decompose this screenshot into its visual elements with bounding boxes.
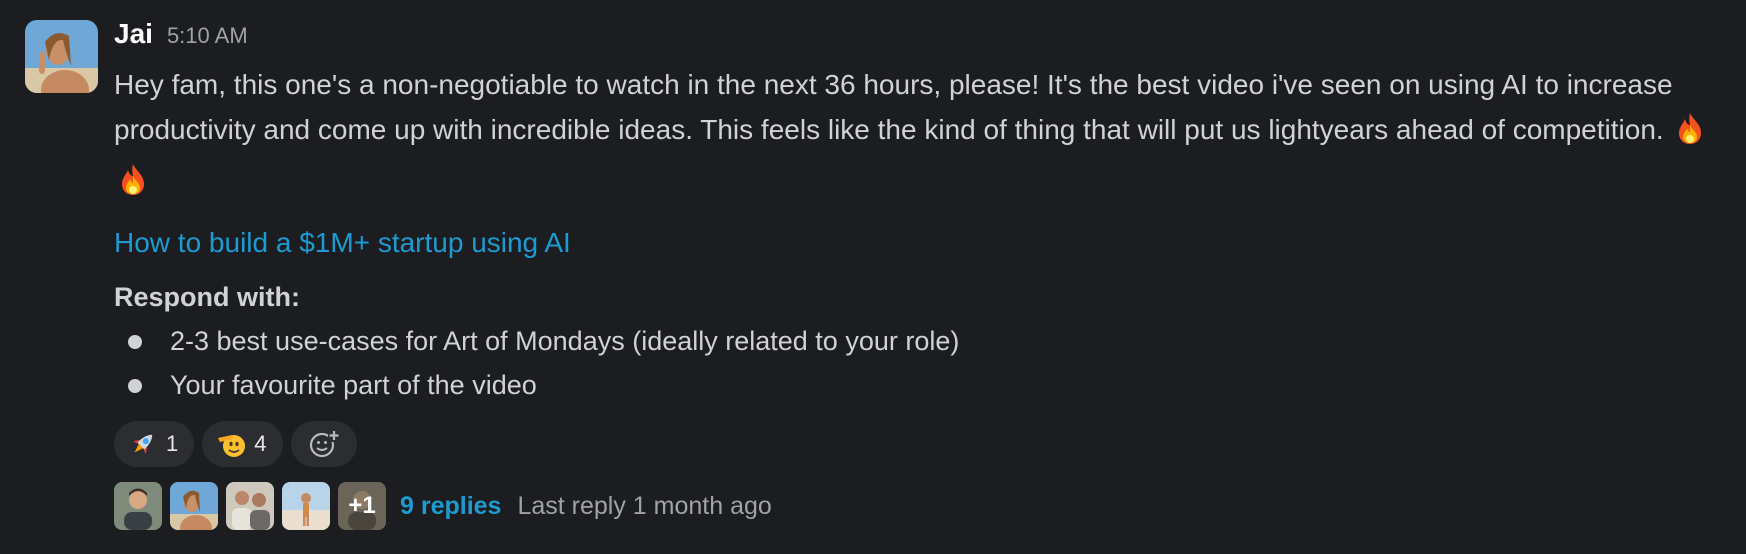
bullet-list: 2-3 best use-cases for Art of Mondays (i… — [114, 319, 1724, 407]
list-item: 2-3 best use-cases for Art of Mondays (i… — [114, 319, 1724, 363]
reaction-count: 1 — [166, 431, 179, 456]
thread-summary[interactable]: +1 9 replies Last reply 1 month ago — [114, 481, 1724, 531]
reply-avatar[interactable] — [170, 482, 218, 530]
reactions-bar: 1 4 — [114, 421, 1724, 467]
message-text: Hey fam, this one's a non-negotiable to … — [114, 69, 1673, 145]
fire-icon — [1673, 111, 1707, 158]
message-body: Hey fam, this one's a non-negotiable to … — [114, 62, 1719, 209]
reply-avatar[interactable] — [226, 482, 274, 530]
respond-title: Respond with: — [114, 282, 300, 312]
more-replies-avatar[interactable]: +1 — [338, 482, 386, 530]
message-content: Jai 5:10 AM Hey fam, this one's a non-ne… — [114, 18, 1724, 531]
reaction-salute[interactable]: 4 — [202, 421, 283, 467]
list-item-text: Your favourite part of the video — [170, 370, 537, 400]
bullet-icon — [128, 379, 142, 393]
reaction-count: 4 — [254, 431, 267, 456]
author-name[interactable]: Jai — [114, 18, 153, 50]
reaction-rocket[interactable]: 1 — [114, 421, 195, 467]
more-count-label: +1 — [348, 492, 376, 519]
list-item-text: 2-3 best use-cases for Art of Mondays (i… — [170, 326, 960, 356]
message-timestamp[interactable]: 5:10 AM — [167, 23, 248, 49]
message: Jai 5:10 AM Hey fam, this one's a non-ne… — [0, 0, 1746, 554]
rocket-icon — [133, 434, 153, 454]
author-avatar[interactable] — [25, 20, 98, 93]
replies-link[interactable]: 9 replies — [400, 492, 501, 521]
add-reaction-button[interactable] — [290, 421, 357, 467]
add-emoji-icon — [309, 430, 340, 458]
video-link[interactable]: How to build a $1M+ startup using AI — [114, 223, 571, 263]
list-item: Your favourite part of the video — [114, 363, 1724, 407]
reply-avatar[interactable] — [282, 482, 330, 530]
last-reply-text: Last reply 1 month ago — [517, 491, 772, 520]
reply-avatar[interactable] — [114, 482, 162, 530]
fire-icon — [116, 162, 150, 209]
bullet-icon — [128, 335, 142, 349]
saluting-face-icon — [218, 435, 246, 457]
message-header: Jai 5:10 AM — [114, 18, 1724, 54]
